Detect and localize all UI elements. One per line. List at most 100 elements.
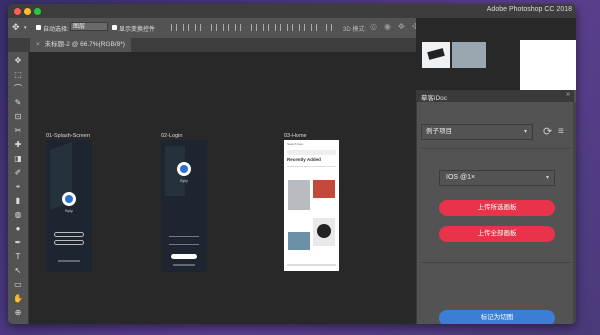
align-top-icon[interactable]	[211, 24, 217, 31]
show-transform-label: 显示变换控件	[119, 27, 156, 33]
close-tab-icon[interactable]: ×	[36, 41, 40, 48]
chevron-down-icon[interactable]: ▾	[24, 25, 27, 31]
collapse-panel-icon[interactable]: »	[566, 91, 570, 98]
divider	[421, 262, 571, 263]
lasso-tool-icon[interactable]: ⌒	[13, 84, 23, 94]
distribute-bottom-icon[interactable]	[275, 24, 281, 31]
tools-panel: ✥ ⬚ ⌒ ✎ ⊡ ✂ ✚ ◨ ✐ ⌖ ▮ ◍ ● ✒ T ↖ ▭ ✋ ⊕	[8, 52, 29, 324]
panel-header: 摹客iDoc »	[417, 90, 574, 102]
quick-select-tool-icon[interactable]: ✎	[13, 98, 23, 108]
distribute-left-icon[interactable]	[287, 24, 293, 31]
blur-tool-icon[interactable]: ●	[13, 224, 23, 234]
upload-all-artboards-button[interactable]: 上传全部画板	[439, 226, 555, 242]
3d-pan-icon[interactable]: ✥	[398, 22, 405, 31]
close-window-button[interactable]	[14, 8, 21, 15]
product-graphic	[317, 224, 331, 238]
bottom-nav[interactable]	[287, 264, 336, 266]
hand-tool-icon[interactable]: ✋	[13, 294, 23, 304]
panel-scrollbar[interactable]	[573, 102, 576, 324]
login-button[interactable]	[54, 240, 84, 245]
3d-rotate-icon[interactable]: ◎	[370, 22, 377, 31]
upload-selected-artboards-button[interactable]: 上传所选画板	[439, 200, 555, 216]
preview-page	[520, 40, 576, 90]
footer-text	[173, 264, 195, 266]
app-name: Bply	[180, 178, 188, 183]
move-tool-icon[interactable]: ✥	[12, 22, 22, 32]
artboard-splash[interactable]: Bply	[46, 140, 92, 272]
minimize-window-button[interactable]	[24, 8, 31, 15]
right-workspace: 摹客iDoc » 例子项目 ▾ ⟳ ≡ IOS @1× ▾ 上传所选画板 上传全…	[416, 18, 576, 324]
document-canvas[interactable]: 01-Splash-Screen Bply 02-Login Bply 03-H…	[29, 52, 416, 324]
3d-mode-label: 3D 模式:	[343, 27, 367, 33]
menu-icon[interactable]: ≡	[558, 125, 564, 139]
align-center-icon[interactable]	[183, 24, 189, 31]
password-field[interactable]	[169, 244, 199, 245]
distribute-right-icon[interactable]	[311, 24, 317, 31]
app-name: Bply	[65, 208, 73, 213]
artboard-login[interactable]: Bply	[161, 140, 207, 272]
email-field[interactable]	[169, 236, 199, 237]
distribute-center-icon[interactable]	[299, 24, 305, 31]
mark-as-slice-button[interactable]: 标记为切图	[439, 310, 555, 324]
search-bar[interactable]	[287, 150, 336, 155]
section-title: Recently Added	[287, 157, 321, 162]
app-logo	[177, 162, 191, 176]
app-logo	[62, 192, 76, 206]
document-tab-title: 未标题-2 @ 66.7%(RGB/8*)	[44, 41, 125, 48]
brush-tool-icon[interactable]: ◨	[13, 154, 23, 164]
artboard-label-home: 03-Home	[284, 133, 307, 139]
zoom-tool-icon[interactable]: ⊕	[13, 308, 23, 318]
document-tab[interactable]: × 未标题-2 @ 66.7%(RGB/8*)	[30, 38, 131, 52]
project-select[interactable]: 例子项目 ▾	[421, 124, 533, 140]
history-brush-tool-icon[interactable]: ⌖	[13, 182, 23, 192]
tab-divider	[287, 166, 336, 167]
idoc-panel: 摹客iDoc » 例子项目 ▾ ⟳ ≡ IOS @1× ▾ 上传所选画板 上传全…	[416, 90, 574, 324]
layer-select[interactable]: 图层	[70, 22, 108, 31]
distribute-middle-icon[interactable]	[263, 24, 269, 31]
align-middle-icon[interactable]	[223, 24, 229, 31]
marquee-tool-icon[interactable]: ⬚	[13, 70, 23, 80]
refresh-icon[interactable]: ⟳	[543, 125, 552, 139]
platform-select[interactable]: IOS @1× ▾	[439, 170, 555, 186]
auto-select-checkbox[interactable]	[36, 25, 41, 30]
chevron-down-icon: ▾	[545, 175, 549, 181]
preview-graphic	[427, 48, 445, 60]
pen-tool-icon[interactable]: ✒	[13, 238, 23, 248]
app-logo-mark	[180, 165, 188, 173]
product-image[interactable]	[288, 232, 310, 250]
show-transform-checkbox[interactable]	[112, 25, 117, 30]
second-document-preview	[416, 18, 576, 90]
artboard-home[interactable]: Search here Recently Added	[284, 140, 339, 271]
path-selection-tool-icon[interactable]: ↖	[13, 266, 23, 276]
product-image[interactable]	[313, 180, 335, 198]
crop-tool-icon[interactable]: ⊡	[13, 112, 23, 122]
gradient-tool-icon[interactable]: ◍	[13, 210, 23, 220]
product-image[interactable]	[288, 180, 310, 210]
move-tool-icon[interactable]: ✥	[13, 56, 23, 66]
chevron-down-icon: ▾	[523, 129, 527, 135]
align-right-icon[interactable]	[195, 24, 201, 31]
preview-image	[452, 42, 486, 68]
type-tool-icon[interactable]: T	[13, 252, 23, 262]
zoom-window-button[interactable]	[34, 8, 41, 15]
3d-roll-icon[interactable]: ◉	[384, 22, 391, 31]
search-hint: Search here	[287, 142, 304, 146]
align-bottom-icon[interactable]	[235, 24, 241, 31]
eyedropper-tool-icon[interactable]: ✂	[13, 126, 23, 136]
align-left-icon[interactable]	[171, 24, 177, 31]
photoshop-window: Adobe Photoshop CC 2018 ✥ ▾ 自动选择: 图层 显示变…	[8, 4, 576, 324]
clone-stamp-tool-icon[interactable]: ✐	[13, 168, 23, 178]
document-tab-bar: × 未标题-2 @ 66.7%(RGB/8*)	[8, 38, 416, 52]
title-bar: Adobe Photoshop CC 2018	[8, 4, 576, 18]
healing-brush-tool-icon[interactable]: ✚	[13, 140, 23, 150]
product-image[interactable]	[313, 218, 335, 246]
login-button[interactable]	[171, 254, 197, 259]
distribute-top-icon[interactable]	[251, 24, 257, 31]
signup-button[interactable]	[54, 232, 84, 237]
auto-align-icon[interactable]	[326, 24, 332, 31]
project-select-value: 例子项目	[426, 128, 452, 135]
eraser-tool-icon[interactable]: ▮	[13, 196, 23, 206]
rectangle-tool-icon[interactable]: ▭	[13, 280, 23, 290]
auto-select-label: 自动选择:	[43, 27, 69, 33]
app-title: Adobe Photoshop CC 2018	[486, 6, 572, 13]
